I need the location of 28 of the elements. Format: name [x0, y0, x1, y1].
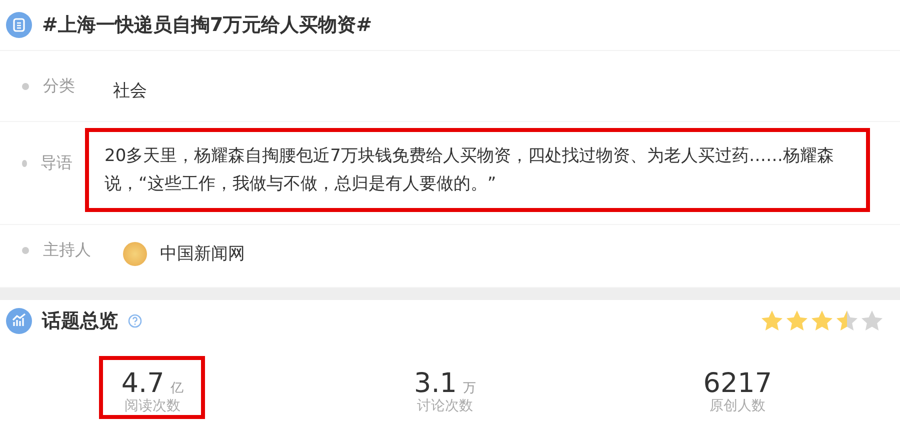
help-icon[interactable]: [128, 314, 142, 328]
star-icon: [835, 309, 859, 333]
section-title: 话题总览: [42, 309, 118, 334]
highlighted-intro: 20多天里，杨耀森自掏腰包近7万块钱免费给人买物资，四处找过物资、为老人买过药……杨耀森说，“这些工作，我做与不做，总归是有人要做的。”: [84, 128, 870, 212]
bullet-icon: [22, 160, 27, 167]
field-value: 社会: [112, 80, 148, 103]
stat-unit: 万: [462, 381, 476, 396]
stat-value: 4.7: [121, 368, 164, 399]
star-icon: [760, 309, 784, 333]
avatar-icon: [123, 242, 147, 266]
list-icon: [6, 12, 32, 38]
stat-value: 6217: [703, 368, 772, 399]
field-label: 分类: [43, 75, 76, 97]
stat-unit: 亿: [170, 381, 184, 396]
star-icon: [810, 309, 834, 333]
topic-title: #上海一快递员自掏7万元给人买物资#: [42, 13, 372, 38]
stat-label: 原创人数: [708, 397, 767, 415]
star-icon: [785, 309, 809, 333]
chart-icon: [6, 308, 32, 334]
stat-value: 3.1: [414, 368, 457, 399]
star-icon: [860, 309, 884, 333]
field-label: 导语: [40, 152, 74, 174]
bullet-icon: [22, 247, 29, 254]
bullet-icon: [22, 83, 29, 90]
host-name[interactable]: 中国新闻网: [153, 237, 252, 271]
stat-label: 讨论次数: [416, 397, 474, 415]
field-label: 主持人: [43, 239, 92, 261]
stat-label: 阅读次数: [123, 397, 182, 415]
